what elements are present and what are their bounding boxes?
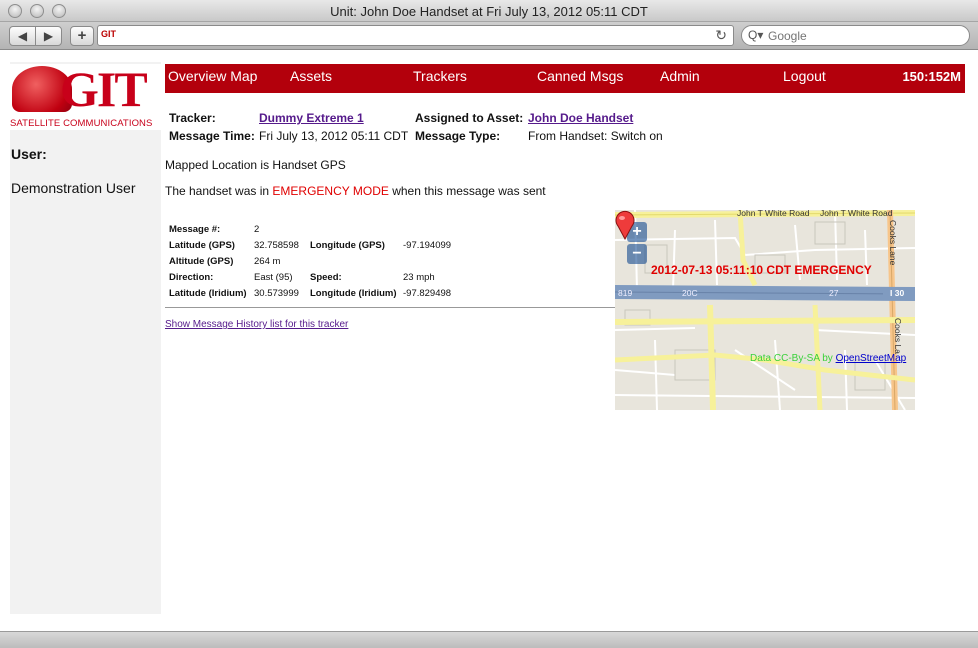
openstreetmap-link[interactable]: OpenStreetMap [836,353,907,364]
forward-arrow-icon: ▶ [43,29,54,43]
location-map[interactable]: John T White Road John T White Road Cook… [615,210,915,410]
git-logo: GIT SATELLITE COMMUNICATIONS [10,61,161,130]
map-pin-icon[interactable] [615,210,635,240]
lat-iridium-label: Latitude (Iridium) [169,288,247,299]
asset-link[interactable]: John Doe Handset [528,111,633,125]
address-bar[interactable]: GIT ↻ [97,25,734,46]
sidebar: GIT SATELLITE COMMUNICATIONS User: Demon… [10,61,161,614]
speed-label: Speed: [310,272,342,283]
map-zoom-out-button[interactable]: − [627,244,647,264]
back-button[interactable]: ◀ [9,26,36,46]
message-num-label: Message #: [169,224,221,235]
browser-window: Unit: John Doe Handset at Fri July 13, 2… [0,0,978,648]
emergency-mode-text: EMERGENCY MODE [272,184,389,198]
reload-icon[interactable]: ↻ [715,27,727,44]
alt-gps-value: 264 m [254,256,281,267]
nav-assets[interactable]: Assets [290,68,332,84]
search-input[interactable] [768,29,958,43]
lon-gps-label: Longitude (GPS) [310,240,385,251]
message-time-label: Message Time: [169,129,255,143]
emergency-suffix: when this message was sent [388,184,546,198]
map-marker-label: 2012-07-13 05:11:10 CDT EMERGENCY [651,263,872,277]
lat-iridium-value: 30.573999 [254,288,299,299]
attribution-text: Data CC-By-SA by [750,353,836,364]
lon-gps-value: -97.194099 [403,240,452,251]
road-label-east: Cooks Lane [888,220,898,266]
map-attribution: Data CC-By-SA by OpenStreetMap [750,353,906,364]
nav-canned-msgs[interactable]: Canned Msgs [537,68,623,84]
title-bar: Unit: John Doe Handset at Fri July 13, 2… [0,0,978,22]
nav-trackers[interactable]: Trackers [413,68,467,84]
tracker-label: Tracker: [169,111,216,125]
lon-iridium-value: -97.829498 [403,288,452,299]
zoom-out-icon: − [632,245,642,262]
message-history-link[interactable]: Show Message History list for this track… [165,319,348,330]
page-content: GIT SATELLITE COMMUNICATIONS User: Demon… [0,51,978,631]
direction-label: Direction: [169,272,214,283]
user-name: Demonstration User [11,180,136,196]
emergency-prefix: The handset was in [165,184,273,198]
nav-overview-map[interactable]: Overview Map [168,68,257,84]
road-label-east-2: Cooks La [893,318,903,354]
road-label-north-1: John T White Road [737,210,810,218]
tracker-link[interactable]: Dummy Extreme 1 [259,111,364,125]
add-bookmark-button[interactable]: + [70,26,94,46]
mapped-location-note: Mapped Location is Handset GPS [165,158,346,172]
lat-gps-label: Latitude (GPS) [169,240,235,251]
message-num-value: 2 [254,224,260,235]
nav-logout[interactable]: Logout [783,68,826,84]
emergency-note: The handset was in EMERGENCY MODE when t… [165,184,546,198]
road-label-north-2: John T White Road [820,210,893,218]
asset-label: Assigned to Asset: [415,111,524,125]
alt-gps-label: Altitude (GPS) [169,256,234,267]
user-label: User: [11,146,47,162]
highway-label-3: 27 [829,288,839,298]
direction-value: East (95) [254,272,293,283]
search-box[interactable]: Q▾ [741,25,970,46]
search-icon: Q▾ [748,28,764,42]
message-type-value: From Handset: Switch on [528,129,663,143]
forward-button[interactable]: ▶ [35,26,62,46]
main-nav: Overview Map Assets Trackers Canned Msgs… [165,64,965,93]
nav-admin[interactable]: Admin [660,68,700,84]
highway-label-2: 20C [682,288,698,298]
highway-shield: I 30 [890,288,905,298]
logo-text: GIT [60,61,148,117]
browser-toolbar: ◀ ▶ + GIT ↻ Q▾ [0,22,978,50]
message-time-value: Fri July 13, 2012 05:11 CDT [259,129,409,143]
speed-value: 23 mph [403,272,435,283]
back-arrow-icon: ◀ [17,29,28,43]
highway-label-1: 819 [618,288,633,298]
window-title: Unit: John Doe Handset at Fri July 13, 2… [330,4,648,19]
message-type-label: Message Type: [415,129,501,143]
map-tiles [615,210,915,410]
divider [165,307,615,308]
plus-icon: + [77,27,87,44]
memory-status: 150:152M [902,69,961,84]
status-bar [0,631,978,648]
logo-subtitle: SATELLITE COMMUNICATIONS [10,118,153,129]
site-favicon-icon: GIT [101,29,116,39]
lat-gps-value: 32.758598 [254,240,299,251]
lon-iridium-label: Longitude (Iridium) [310,288,397,299]
